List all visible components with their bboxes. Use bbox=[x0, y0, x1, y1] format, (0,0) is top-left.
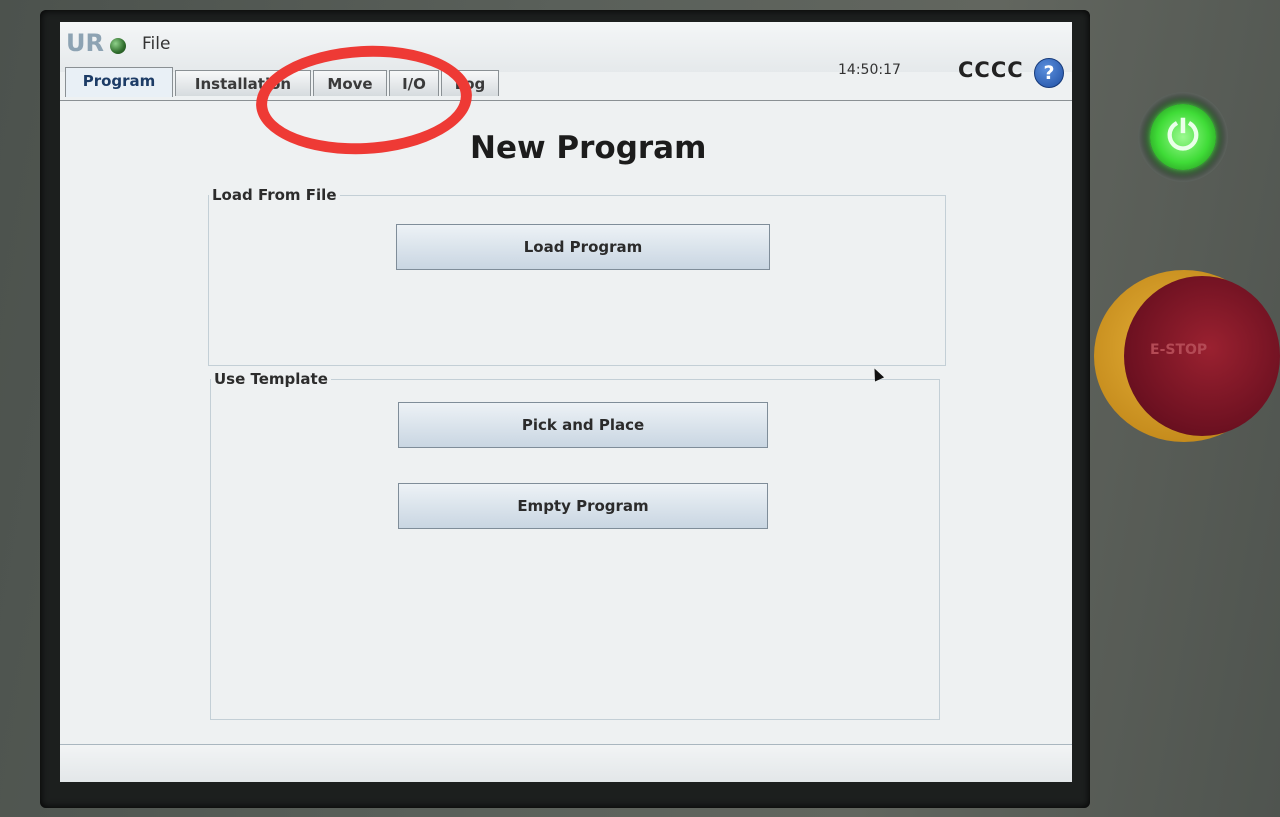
tab-program[interactable]: Program bbox=[65, 67, 173, 97]
pick-and-place-button[interactable]: Pick and Place bbox=[398, 402, 768, 448]
power-button[interactable]: ⏻ bbox=[1138, 92, 1228, 182]
help-icon[interactable]: ? bbox=[1034, 58, 1064, 88]
emergency-stop-button[interactable]: E-STOP bbox=[1094, 270, 1280, 442]
estop-label: E-STOP bbox=[1150, 342, 1208, 358]
use-template-legend: Use Template bbox=[214, 370, 328, 388]
power-icon: ⏻ bbox=[1167, 113, 1199, 159]
robot-status-icon bbox=[110, 38, 126, 54]
load-from-file-group: Load From File bbox=[208, 186, 946, 366]
title-bar: UR File 14:50:17 CCCC ? bbox=[60, 22, 1072, 88]
file-menu[interactable]: File bbox=[142, 34, 170, 54]
load-from-file-legend: Load From File bbox=[212, 186, 337, 204]
clock: 14:50:17 bbox=[838, 62, 901, 78]
page-title: New Program bbox=[470, 130, 707, 166]
power-led: ⏻ bbox=[1150, 104, 1216, 170]
footer-bar bbox=[60, 745, 1072, 782]
load-program-button[interactable]: Load Program bbox=[396, 224, 770, 270]
tab-divider bbox=[60, 100, 1072, 101]
ur-logo-icon: UR bbox=[66, 29, 104, 57]
robot-name: CCCC bbox=[958, 58, 1024, 82]
empty-program-button[interactable]: Empty Program bbox=[398, 483, 768, 529]
polyscope-screen: UR File 14:50:17 CCCC ? Program Installa… bbox=[60, 22, 1072, 782]
